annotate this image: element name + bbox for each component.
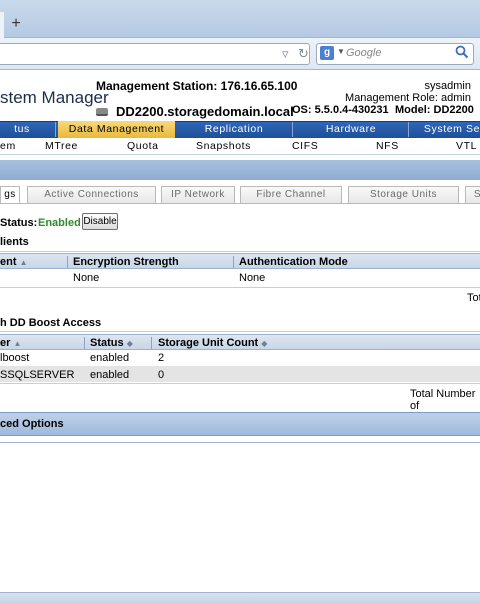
divider [0,442,480,443]
search-icon[interactable] [455,45,469,62]
divider [0,383,480,384]
column-divider [84,337,85,349]
main-nav-hardware[interactable]: Hardware [296,121,406,138]
storage-system-icon [96,108,108,116]
main-nav-system-settings[interactable]: System Se [412,121,480,138]
browser-tab[interactable] [0,12,4,38]
clients-total: Tot [467,292,480,304]
sort-icon: ◆ [126,339,133,348]
access-total: Total Number of [410,388,476,412]
tab-storage-units[interactable]: Storage Units [348,186,459,204]
column-header-encryption-strength[interactable]: Encryption Strength [73,255,179,269]
tab-ip-network[interactable]: IP Network [161,186,235,204]
sub-nav-quota[interactable]: Quota [127,140,159,152]
address-bar[interactable] [0,43,310,65]
advanced-options-header[interactable] [0,412,480,436]
tab-more[interactable]: S [465,186,480,204]
system-model: Model: DD2200 [395,104,474,116]
refresh-icon[interactable]: ↻ [298,46,309,62]
os-version: OS: 5.5.0.4-430231 [292,104,389,116]
tab-fibre-channel[interactable]: Fibre Channel [240,186,342,204]
table-cell: None [239,272,266,284]
status-label: Status: [0,217,38,229]
search-placeholder: Google [346,47,382,59]
disable-button[interactable]: Disable [82,213,118,230]
column-header-user[interactable]: er ▲ [0,336,21,351]
status-value: Enabled [38,217,81,229]
new-tab-button[interactable]: + [8,16,24,32]
column-header-client[interactable]: ent ▲ [0,255,27,270]
table-cell: 0 [158,369,165,381]
browser-tab-strip [0,0,480,38]
table-cell: enabled [90,352,130,364]
column-divider [67,256,68,268]
sub-nav-mtree[interactable]: MTree [45,140,78,152]
main-nav-replication[interactable]: Replication [180,121,288,138]
google-search-engine-icon[interactable]: g [320,46,334,60]
user-name[interactable]: sysadmin [425,80,471,92]
divider [0,331,480,332]
access-section-title: h DD Boost Access [0,317,102,329]
tab-active-connections[interactable]: Active Connections [27,186,156,204]
table-cell: 2 [158,352,165,364]
advanced-options-label[interactable]: ced Options [0,418,64,430]
column-divider [151,337,152,349]
sub-nav-nfs[interactable]: NFS [376,140,399,152]
chevron-down-icon[interactable]: ▼ [337,47,345,56]
table-cell: None [73,272,100,284]
column-divider [233,256,234,268]
table-cell: enabled [90,369,130,381]
column-header-authentication-mode[interactable]: Authentication Mode [239,255,348,269]
divider [0,251,480,252]
tab-settings[interactable]: gs [0,186,20,204]
divider [0,287,480,288]
sub-nav-file-system[interactable]: em [0,140,16,152]
sort-asc-icon: ▲ [19,258,28,267]
status-bar [0,592,480,604]
table-cell[interactable]: lboost [0,352,29,364]
system-name: DD2200.storagedomain.local [116,104,294,119]
sort-asc-icon: ▲ [13,339,22,348]
sub-nav-vtl[interactable]: VTL [456,140,477,152]
table-cell[interactable]: SSQLSERVER [0,369,74,381]
user-role: Management Role: admin [345,92,471,104]
sub-nav-cifs[interactable]: CIFS [292,140,318,152]
clients-section-title: lients [0,236,29,248]
main-nav-data-management[interactable]: Data Management [58,121,175,138]
column-header-storage-unit-count[interactable]: Storage Unit Count ◆ [158,336,267,351]
sub-nav-snapshots[interactable]: Snapshots [196,140,251,152]
nav-divider [55,122,56,137]
column-header-status[interactable]: Status ◆ [90,336,133,351]
bookmark-star-icon[interactable]: ▿ [282,46,289,62]
management-station: Management Station: 176.16.65.100 [96,79,298,93]
content-header-band [0,160,480,180]
tab-baseline [0,203,480,204]
sort-icon: ◆ [261,339,268,348]
app-title: stem Manager [0,88,109,107]
nav-divider [408,122,409,137]
main-nav-status[interactable]: tus [0,121,44,138]
nav-divider [292,122,293,137]
